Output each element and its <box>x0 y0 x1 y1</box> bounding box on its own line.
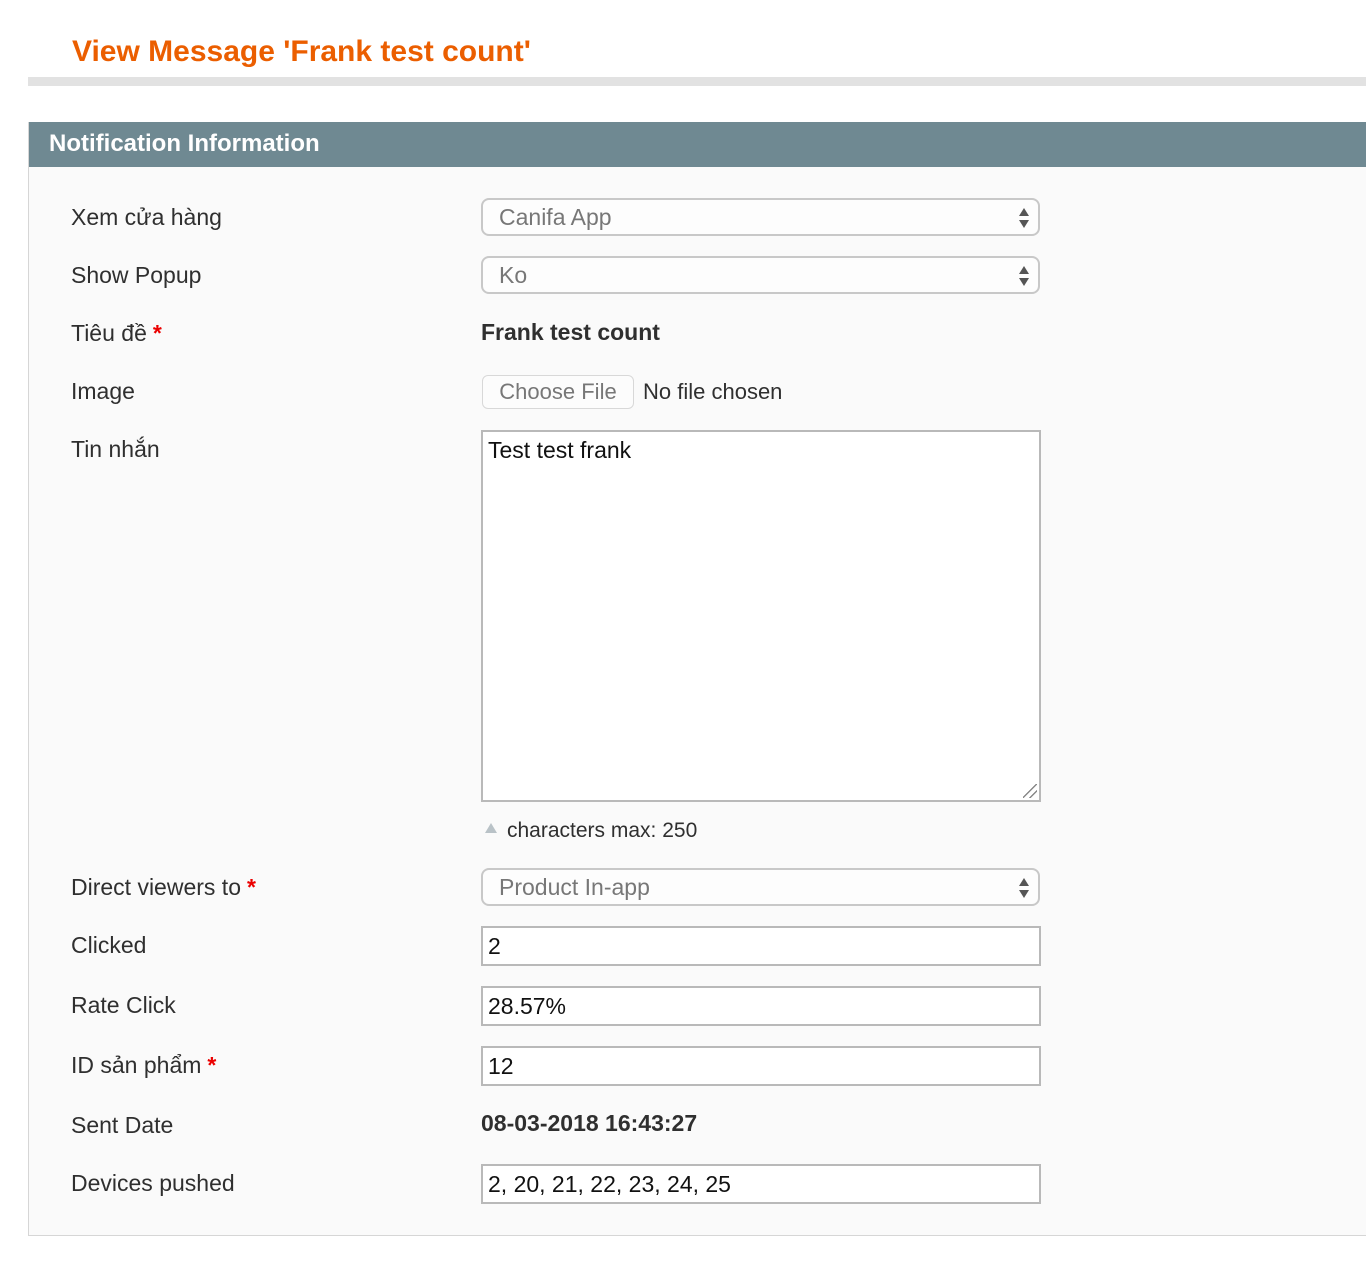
clicked-label: Clicked <box>71 932 147 958</box>
sent-date-label: Sent Date <box>71 1112 174 1138</box>
rate-click-input[interactable]: 28.57% <box>481 986 1041 1026</box>
rate-click-label: Rate Click <box>71 992 176 1018</box>
character-limit-hint: characters max: 250 <box>485 816 697 846</box>
store-view-value: Canifa App <box>499 204 612 230</box>
required-marker: * <box>246 874 256 900</box>
clicked-input[interactable]: 2 <box>481 926 1041 966</box>
store-view-label: Xem cửa hàng <box>71 204 222 230</box>
select-arrows-icon <box>1018 206 1030 230</box>
image-label: Image <box>71 378 135 404</box>
show-popup-value: Ko <box>499 262 528 288</box>
message-label: Tin nhắn <box>71 436 160 462</box>
direct-viewers-label: Direct viewers to * <box>71 872 256 902</box>
devices-pushed-input[interactable]: 2, 20, 21, 22, 23, 24, 25 <box>481 1164 1041 1204</box>
page-title: View Message 'Frank test count' <box>72 35 531 68</box>
choose-file-button[interactable]: Choose File <box>482 375 634 409</box>
title-label-text: Tiêu đề <box>71 320 147 346</box>
notification-panel: Notification Information Xem cửa hàng Ca… <box>28 122 1366 1236</box>
required-marker: * <box>207 1052 217 1078</box>
direct-viewers-label-text: Direct viewers to <box>71 874 241 900</box>
direct-viewers-value: Product In-app <box>499 874 650 900</box>
show-popup-label: Show Popup <box>71 262 202 288</box>
select-arrows-icon <box>1018 264 1030 288</box>
message-textarea[interactable]: Test test frank <box>481 430 1041 802</box>
message-text: Test test frank <box>488 437 632 463</box>
select-arrows-icon <box>1018 876 1030 900</box>
required-marker: * <box>152 320 162 346</box>
devices-pushed-label: Devices pushed <box>71 1170 235 1196</box>
hint-text: characters max: 250 <box>507 819 698 842</box>
panel-header: Notification Information <box>29 122 1366 167</box>
direct-viewers-select[interactable]: Product In-app <box>481 868 1040 906</box>
store-view-select[interactable]: Canifa App <box>481 198 1040 236</box>
show-popup-select[interactable]: Ko <box>481 256 1040 294</box>
product-id-label-text: ID sản phẩm <box>71 1052 202 1078</box>
sent-date-value: 08-03-2018 16:43:27 <box>481 1110 698 1136</box>
title-divider <box>28 77 1366 86</box>
triangle-up-icon <box>485 823 497 834</box>
file-status-text: No file chosen <box>643 379 783 404</box>
product-id-input[interactable]: 12 <box>481 1046 1041 1086</box>
resize-grip-icon[interactable] <box>1023 784 1037 798</box>
title-label: Tiêu đề * <box>71 318 162 348</box>
product-id-label: ID sản phẩm * <box>71 1050 216 1080</box>
title-value: Frank test count <box>481 319 660 345</box>
